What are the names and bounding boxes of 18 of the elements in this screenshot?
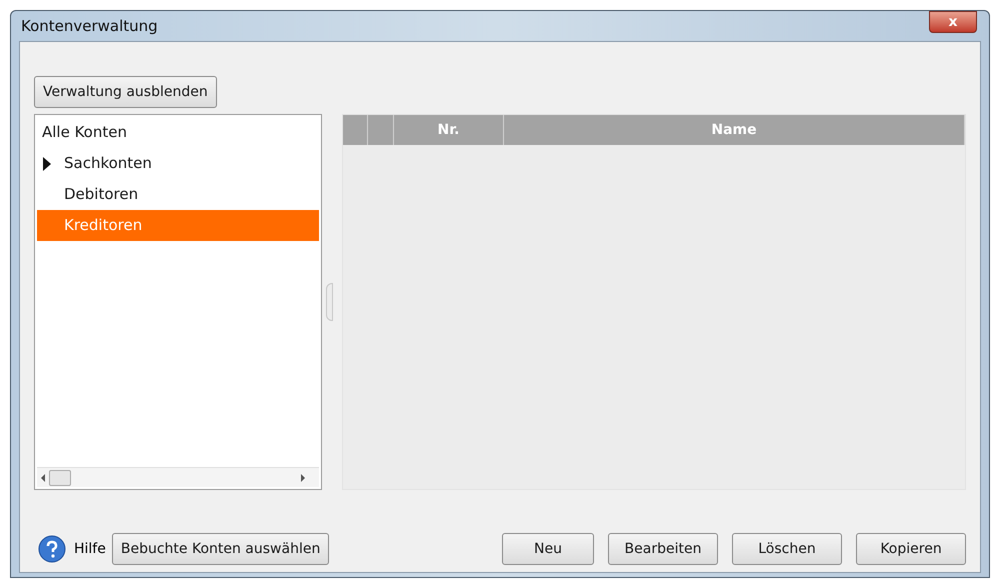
- window-title: Kontenverwaltung: [21, 16, 158, 37]
- tree-item[interactable]: Alle Konten: [37, 117, 319, 148]
- scroll-left-icon[interactable]: [41, 474, 45, 482]
- scrollbar-thumb[interactable]: [49, 470, 71, 486]
- caret-right-icon[interactable]: [42, 156, 52, 170]
- help-label: Hilfe: [74, 540, 106, 558]
- splitter-handle[interactable]: [326, 283, 332, 321]
- horizontal-scrollbar[interactable]: [37, 467, 319, 487]
- dialog-button[interactable]: Löschen: [732, 533, 842, 565]
- help-icon[interactable]: [38, 535, 66, 563]
- tree-item[interactable]: Sachkonten: [37, 148, 319, 179]
- dialog-button[interactable]: Verwaltung ausblenden: [34, 76, 217, 108]
- scroll-right-icon[interactable]: [301, 474, 305, 482]
- dialog-button[interactable]: Bearbeiten: [608, 533, 718, 565]
- dialog-button[interactable]: Neu: [502, 533, 594, 565]
- dialog-button[interactable]: Bebuchte Konten auswählen: [112, 533, 330, 565]
- tree-item[interactable]: Debitoren: [37, 179, 319, 210]
- dialog-button[interactable]: Kopieren: [856, 533, 966, 565]
